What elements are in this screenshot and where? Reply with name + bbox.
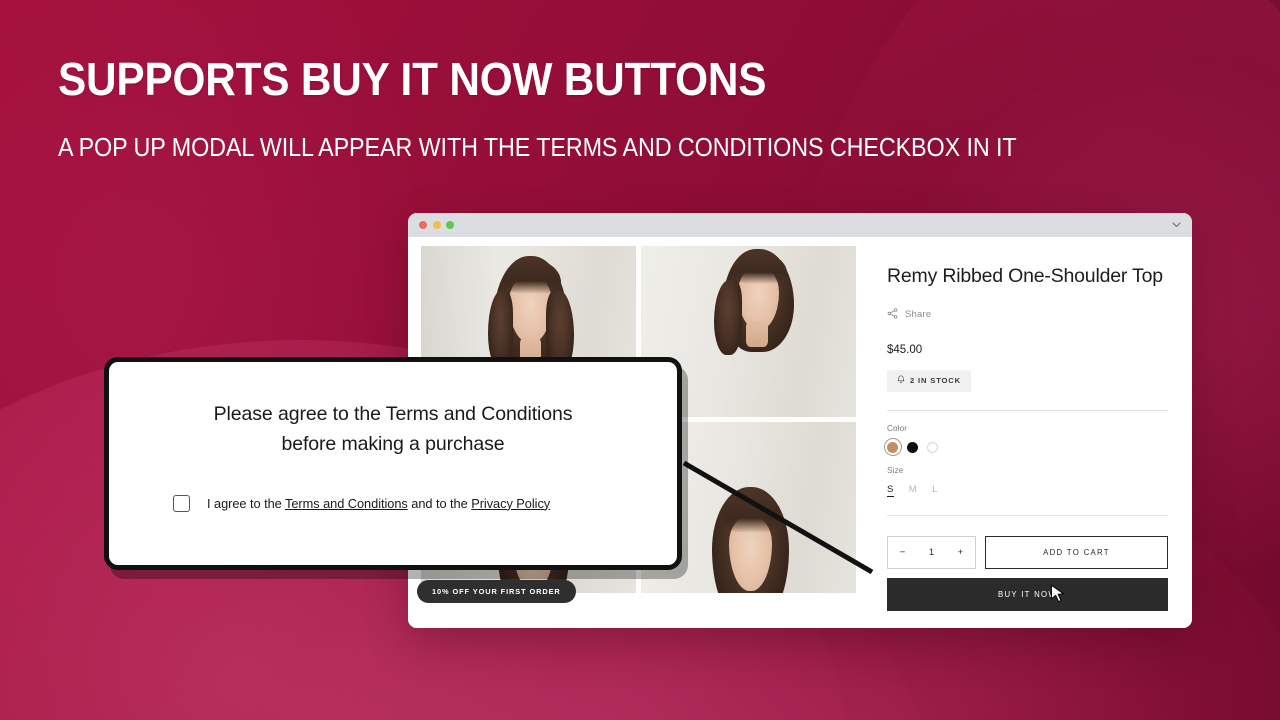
color-swatch-white[interactable] (927, 441, 938, 453)
color-swatch-tan[interactable] (883, 438, 902, 457)
agree-prefix: I agree to the (207, 495, 285, 511)
quantity-increment[interactable]: + (958, 547, 964, 558)
traffic-lights (419, 221, 454, 229)
divider-2 (887, 514, 1168, 516)
size-option-s[interactable]: S (887, 484, 894, 497)
terms-modal: Please agree to the Terms and Conditions… (104, 357, 682, 570)
page-title: SUPPORTS BUY IT NOW BUTTONS (58, 53, 767, 105)
color-label: Color (887, 423, 908, 433)
quantity-value: 1 (928, 546, 935, 558)
bell-icon (897, 375, 905, 386)
browser-title-bar (408, 213, 1192, 237)
modal-message-line-1: Please agree to the Terms and Conditions (213, 403, 573, 425)
quantity-decrement[interactable]: − (900, 547, 906, 558)
terms-and-conditions-link[interactable]: Terms and Conditions (285, 496, 408, 511)
close-icon[interactable] (419, 221, 427, 229)
size-option-m[interactable]: M (909, 484, 917, 497)
modal-message: Please agree to the Terms and Conditions… (151, 400, 635, 460)
add-to-cart-button[interactable]: ADD TO CART (985, 535, 1168, 569)
share-button[interactable]: Share (887, 306, 1168, 324)
buy-it-now-label: BUY IT NOW (997, 589, 1058, 599)
minimize-icon[interactable] (432, 221, 441, 229)
buy-it-now-button[interactable]: BUY IT NOW (887, 577, 1168, 611)
color-swatch-black[interactable] (907, 441, 918, 453)
promo-badge: 10% OFF YOUR FIRST ORDER (417, 580, 576, 603)
mouse-pointer-icon (1050, 584, 1066, 605)
chevron-down-icon[interactable] (1171, 220, 1181, 230)
color-swatches (883, 438, 1168, 457)
share-label: Share (905, 309, 932, 321)
purchase-row: − 1 + ADD TO CART (887, 535, 1168, 569)
stock-badge: 2 IN STOCK (887, 369, 971, 392)
quantity-stepper[interactable]: − 1 + (887, 535, 976, 569)
size-option-l[interactable]: L (932, 484, 938, 497)
maximize-icon[interactable] (446, 221, 454, 229)
size-options: S M L (887, 484, 1168, 497)
agree-text: I agree to the Terms and Conditions and … (207, 496, 550, 511)
size-label: Size (887, 465, 904, 475)
share-icon (887, 306, 898, 324)
modal-message-line-2: before making a purchase (281, 432, 505, 455)
stock-label: 2 IN STOCK (910, 376, 961, 386)
hero-headings: SUPPORTS BUY IT NOW BUTTONS A POP UP MOD… (58, 56, 1248, 162)
agree-middle: and to the (407, 495, 472, 511)
divider-1 (887, 409, 1168, 411)
page-subtitle: A POP UP MODAL WILL APPEAR WITH THE TERM… (58, 134, 1017, 162)
product-info-panel: Remy Ribbed One-Shoulder Top Share $45.0… (865, 237, 1192, 628)
product-title: Remy Ribbed One-Shoulder Top (887, 265, 1163, 287)
agree-row: I agree to the Terms and Conditions and … (151, 494, 635, 512)
product-price: $45.00 (887, 343, 923, 356)
privacy-policy-link[interactable]: Privacy Policy (471, 496, 550, 511)
terms-checkbox[interactable] (173, 494, 190, 512)
